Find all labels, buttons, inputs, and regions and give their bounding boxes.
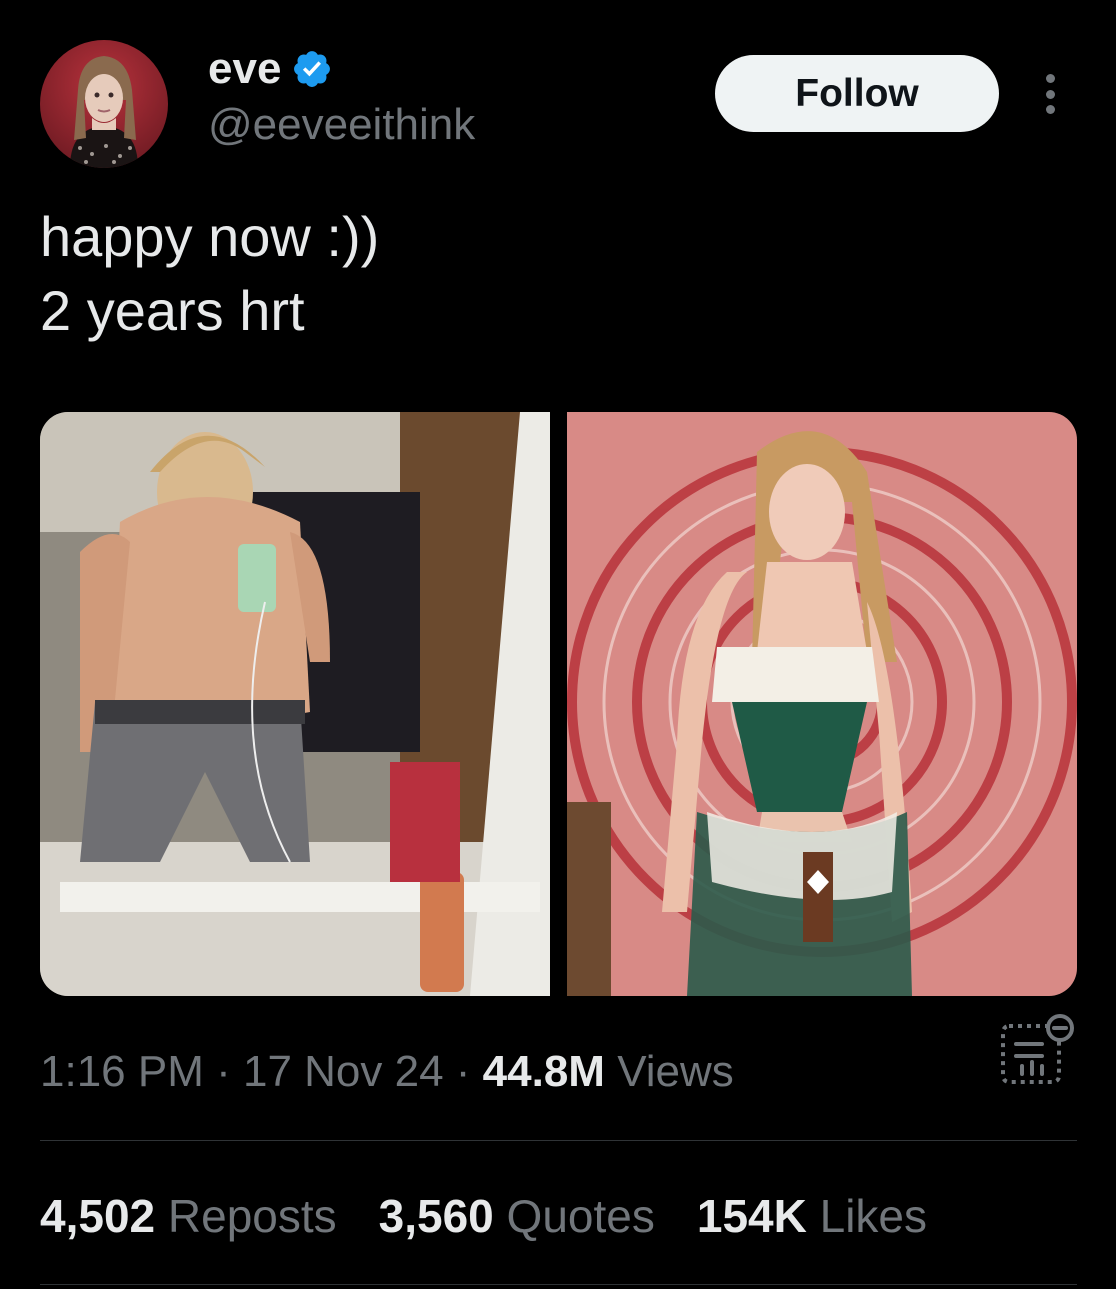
views-label: Views — [604, 1047, 734, 1096]
mirror-selfie-image — [40, 412, 550, 996]
likes-stat[interactable]: 154K Likes — [697, 1186, 927, 1246]
dot — [1045, 74, 1055, 83]
user-handle[interactable]: @eeveeithink — [208, 100, 475, 150]
follow-button[interactable]: Follow — [715, 55, 999, 132]
likes-count: 154K — [696, 1190, 807, 1242]
quotes-count: 3,560 — [378, 1190, 494, 1242]
likes-label: Likes — [806, 1190, 928, 1242]
quotes-stat[interactable]: 3,560 Quotes — [379, 1186, 655, 1246]
tweet-text: happy now :)) 2 years hrt — [40, 200, 379, 348]
avatar[interactable] — [40, 40, 168, 168]
quotes-label: Quotes — [493, 1190, 655, 1242]
photo-right[interactable] — [566, 412, 1077, 996]
views-count: 44.8M — [482, 1047, 605, 1096]
reposts-count: 4,502 — [40, 1190, 156, 1242]
divider — [40, 1284, 1077, 1285]
tweet-meta: 1:16 PM · 17 Nov 24 · 44.8M Views — [40, 1042, 734, 1102]
more-dots-icon[interactable] — [1030, 70, 1070, 118]
costume-photo-image — [566, 412, 1077, 996]
tweet-time[interactable]: 1:16 PM — [40, 1047, 204, 1096]
analytics-icon[interactable] — [1000, 1012, 1080, 1092]
tweet-line: 2 years hrt — [40, 279, 305, 342]
display-name-text: eve — [208, 44, 282, 93]
meta-separator: · — [203, 1047, 243, 1096]
tweet-date[interactable]: 17 Nov 24 — [243, 1047, 444, 1096]
divider — [40, 1140, 1077, 1141]
dot — [1045, 105, 1055, 114]
reposts-label: Reposts — [155, 1190, 337, 1242]
reposts-stat[interactable]: 4,502 Reposts — [40, 1186, 337, 1246]
avatar-image — [40, 40, 168, 168]
verified-badge-icon — [294, 51, 331, 87]
tweet-line: happy now :)) — [40, 205, 380, 268]
media-grid — [40, 412, 1077, 996]
meta-separator: · — [443, 1047, 483, 1096]
engagement-stats: 4,502 Reposts 3,560 Quotes 154K Likes — [40, 1186, 927, 1246]
dot — [1045, 89, 1055, 99]
photo-left[interactable] — [40, 412, 551, 996]
display-name[interactable]: eve — [208, 44, 333, 94]
